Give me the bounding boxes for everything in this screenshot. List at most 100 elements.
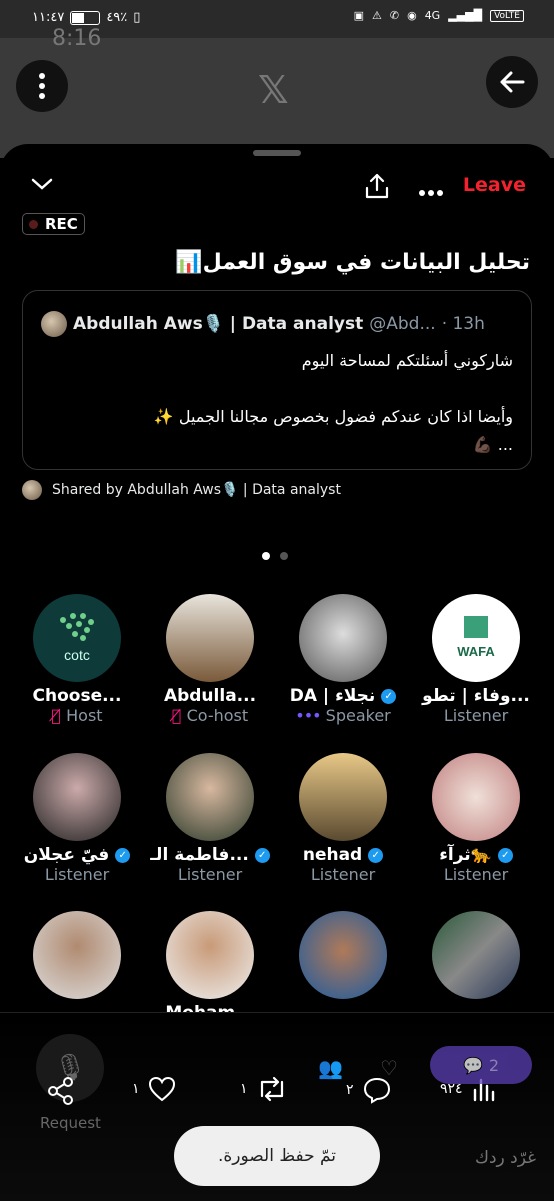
svg-text:WAFA: WAFA (457, 644, 495, 659)
hotspot-icon: ◉ (407, 9, 417, 22)
participant[interactable]: DA | نجلاء ✓ ••• Speaker (278, 594, 408, 725)
avatar (33, 911, 121, 999)
request-label: Request (40, 1114, 101, 1132)
collapse-button[interactable] (30, 176, 54, 196)
x-logo-icon: 𝕏 (258, 68, 289, 112)
add-heart-icon[interactable]: ♡ (380, 1056, 398, 1080)
post-header: Abdullah Aws🎙️ | Data analyst @Abd... · … (41, 311, 485, 337)
participant-name: ثرآء🐆 ✓ (411, 845, 541, 865)
post-line-2: وأيضا اذا كان عندكم فضول بخصوص مجالنا ال… (153, 407, 513, 426)
participant-name: فيّ عجلان ✓ (12, 845, 142, 865)
participant[interactable]: فاطمة الـ... ✓ Listener (145, 753, 275, 884)
verified-badge-icon: ✓ (497, 847, 513, 863)
verified-badge-icon: ✓ (381, 688, 397, 704)
participant-role: 🎙̸ Co-host (171, 706, 249, 725)
like-button[interactable]: ١ (132, 1076, 176, 1102)
more-horizontal-button[interactable] (418, 182, 444, 201)
network-type: 4G (424, 9, 441, 22)
space-title: تحليل البيانات في سوق العمل📊 (175, 250, 530, 275)
more-options-button[interactable] (16, 60, 68, 112)
repost-button[interactable]: ١ (240, 1076, 288, 1102)
author-avatar (41, 311, 67, 337)
share-button[interactable] (364, 172, 390, 204)
repost-count: ١ (240, 1081, 248, 1097)
page-indicator (262, 552, 288, 560)
reply-button[interactable]: ٢ (346, 1076, 392, 1104)
verified-badge-icon: ✓ (254, 847, 270, 863)
missed-call-icon: ✆ (389, 9, 400, 22)
sharer-avatar (22, 480, 42, 500)
share-space-button[interactable] (46, 1076, 76, 1110)
page-dot (280, 552, 288, 560)
participant-role: Listener (443, 706, 509, 725)
record-dot-icon (29, 219, 38, 229)
leave-button[interactable]: Leave (463, 174, 526, 196)
mic-off-icon: 🎙̸ (51, 706, 62, 725)
more-horizontal-icon (419, 190, 443, 196)
toast-message: تمّ حفظ الصورة. (174, 1126, 380, 1186)
mic-off-icon: 🎙̸ (171, 706, 182, 725)
participant-role: Listener (44, 865, 110, 884)
host-logo-icon: cotc (60, 613, 94, 663)
status-right: ▣ ⚠ ✆ ◉ 4G ▂▄▆█ VoLTE (354, 9, 524, 22)
avatar (166, 594, 254, 682)
avatar (33, 753, 121, 841)
participant[interactable] (411, 911, 541, 1003)
post-line-3: ... 💪🏿 (472, 435, 513, 454)
wafa-logo-icon: WAFA (457, 616, 495, 659)
participant[interactable] (278, 911, 408, 1003)
background-time: 8:16 (52, 26, 102, 51)
back-button[interactable] (486, 56, 538, 108)
sheet-grabber[interactable] (253, 150, 301, 156)
participant-role: Listener (443, 865, 509, 884)
people-icon[interactable]: 👥 (318, 1056, 343, 1080)
participant[interactable]: Abdulla... 🎙̸ Co-host (145, 594, 275, 725)
avatar (299, 594, 387, 682)
participant[interactable]: cotc Choose... 🎙̸ Host (12, 594, 142, 725)
participant-name: DA | نجلاء ✓ (278, 686, 408, 706)
volte-badge: VoLTE (490, 9, 524, 22)
avatar (166, 911, 254, 999)
participant[interactable] (12, 911, 142, 1003)
heart-icon (148, 1076, 175, 1102)
comments-count: 2 (488, 1055, 500, 1075)
post-handle: @Abd... (369, 314, 436, 334)
share-icon (365, 173, 389, 199)
participant[interactable]: nehad ✓ Listener (278, 753, 408, 884)
share-nodes-icon (48, 1077, 73, 1105)
reply-placeholder[interactable]: غرّد ردك (475, 1148, 536, 1168)
chat-bubble-icon: 💬 (462, 1055, 483, 1075)
shared-by-text: Shared by Abdullah Aws🎙️ | Data analyst (52, 482, 341, 498)
avatar (299, 911, 387, 999)
shared-by: Shared by Abdullah Aws🎙️ | Data analyst (22, 480, 341, 500)
vibrate-icon: ▯ (133, 10, 141, 25)
participant-name: Choose... (32, 686, 122, 706)
verified-badge-icon: ✓ (115, 847, 131, 863)
arrow-left-icon (500, 71, 525, 93)
status-time: ١١:٤٧ (32, 10, 65, 25)
post-author: Abdullah Aws🎙️ | Data analyst (73, 314, 364, 334)
participant[interactable]: فيّ عجلان ✓ Listener (12, 753, 142, 884)
avatar: WAFA (432, 594, 520, 682)
avatar (432, 911, 520, 999)
pinned-post-card[interactable]: Abdullah Aws🎙️ | Data analyst @Abd... · … (22, 290, 532, 470)
participant[interactable]: WAFA وفاء | تطو... Listener (411, 594, 541, 725)
signal-icon: ▂▄▆█ (448, 9, 483, 22)
avatar (432, 753, 520, 841)
participant[interactable]: ثرآء🐆 ✓ Listener (411, 753, 541, 884)
speaking-icon: ••• (295, 706, 321, 725)
avatar: cotc (33, 594, 121, 682)
participant[interactable]: Moham... (145, 911, 275, 1023)
participant-name: فاطمة الـ... ✓ (145, 845, 275, 865)
participant-role: Listener (310, 865, 376, 884)
more-vertical-icon (39, 73, 45, 99)
comments-pill[interactable]: 💬 2 (430, 1046, 532, 1084)
svg-text:cotc: cotc (64, 647, 90, 663)
page-dot-active (262, 552, 270, 560)
reply-count: ٢ (346, 1082, 354, 1098)
participant-role: 🎙̸ Host (51, 706, 103, 725)
post-line-1: شاركوني أسئلتكم لمساحة اليوم (301, 351, 513, 370)
pay-icon: ▣ (353, 9, 364, 22)
repost-icon (260, 1076, 283, 1102)
like-count: ١ (132, 1081, 140, 1097)
